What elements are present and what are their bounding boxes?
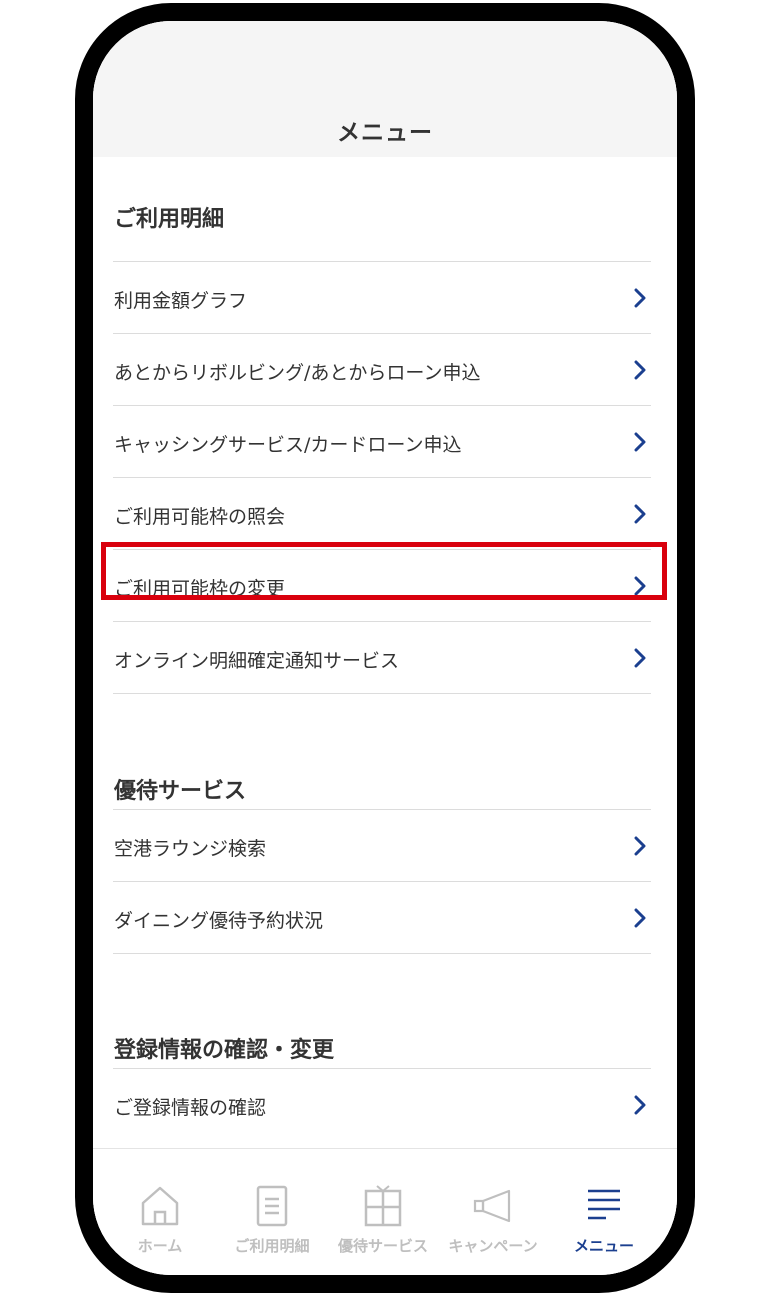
home-icon — [141, 1186, 179, 1226]
menu-item-cashing-service[interactable]: キャッシングサービス/カードローン申込 — [113, 406, 651, 478]
statement-icon — [256, 1185, 288, 1227]
tab-campaign[interactable]: キャンペーン — [438, 1149, 548, 1275]
menu-item-label: 空港ラウンジ検索 — [114, 838, 267, 860]
chevron-right-icon — [634, 288, 646, 308]
chevron-right-icon — [634, 360, 646, 380]
header: メニュー — [93, 21, 677, 157]
tab-label: キャンペーン — [448, 1237, 538, 1255]
tab-label: 優待サービス — [337, 1237, 428, 1255]
menu-item-registration-info[interactable]: ご登録情報の確認 — [113, 1069, 651, 1141]
menu-item-limit-change[interactable]: ご利用可能枠の変更 — [113, 550, 651, 622]
menu-item-limit-inquiry[interactable]: ご利用可能枠の照会 — [113, 478, 651, 550]
bottom-tab-bar: ホーム ご利用明細 優待サービス キャンペーン メニュー — [93, 1148, 677, 1275]
section-title: 優待サービス — [114, 779, 247, 804]
menu-item-revolving-loan[interactable]: あとからリボルビング/あとからローン申込 — [113, 334, 651, 406]
screen: メニュー ご利用明細 利用金額グラフ あとからリボルビング/あとからローン申込 … — [93, 21, 677, 1275]
section-statements: ご利用明細 利用金額グラフ あとからリボルビング/あとからローン申込 キャッシン… — [113, 157, 651, 694]
megaphone-icon — [473, 1189, 511, 1223]
tab-home[interactable]: ホーム — [105, 1149, 215, 1275]
section-registration: 登録情報の確認・変更 ご登録情報の確認 — [113, 954, 651, 1141]
chevron-right-icon — [634, 432, 646, 452]
tab-statements[interactable]: ご利用明細 — [217, 1149, 327, 1275]
menu-item-label: オンライン明細確定通知サービス — [114, 650, 400, 672]
menu-item-label: ご利用可能枠の照会 — [114, 506, 286, 528]
menu-icon — [588, 1189, 620, 1220]
chevron-right-icon — [634, 648, 646, 668]
chevron-right-icon — [634, 576, 646, 596]
chevron-right-icon — [634, 504, 646, 524]
section-title: 登録情報の確認・変更 — [114, 1038, 335, 1063]
menu-item-label: 利用金額グラフ — [114, 290, 248, 312]
menu-item-airport-lounge[interactable]: 空港ラウンジ検索 — [113, 810, 651, 882]
section-title: ご利用明細 — [114, 207, 225, 232]
menu-item-dining-reservation[interactable]: ダイニング優待予約状況 — [113, 882, 651, 954]
tab-label: メニュー — [573, 1237, 634, 1255]
menu-item-online-statement-notice[interactable]: オンライン明細確定通知サービス — [113, 622, 651, 694]
menu-item-label: キャッシングサービス/カードローン申込 — [114, 434, 462, 456]
phone-frame: メニュー ご利用明細 利用金額グラフ あとからリボルビング/あとからローン申込 … — [75, 3, 695, 1293]
chevron-right-icon — [634, 836, 646, 856]
tab-benefits[interactable]: 優待サービス — [328, 1149, 438, 1275]
menu-item-label: ご登録情報の確認 — [114, 1097, 267, 1119]
menu-item-label: あとからリボルビング/あとからローン申込 — [114, 362, 481, 384]
menu-item-label: ダイニング優待予約状況 — [114, 910, 324, 932]
gift-icon — [364, 1185, 402, 1227]
tab-menu[interactable]: メニュー — [549, 1149, 659, 1275]
menu-item-label: ご利用可能枠の変更 — [114, 578, 286, 600]
tab-label: ご利用明細 — [234, 1237, 310, 1255]
chevron-right-icon — [634, 1095, 646, 1115]
page-title: メニュー — [337, 120, 433, 146]
menu-item-usage-graph[interactable]: 利用金額グラフ — [113, 262, 651, 334]
chevron-right-icon — [634, 908, 646, 928]
menu-content: ご利用明細 利用金額グラフ あとからリボルビング/あとからローン申込 キャッシン… — [113, 157, 651, 1141]
tab-label: ホーム — [137, 1237, 183, 1255]
section-benefits: 優待サービス 空港ラウンジ検索 ダイニング優待予約状況 — [113, 694, 651, 954]
